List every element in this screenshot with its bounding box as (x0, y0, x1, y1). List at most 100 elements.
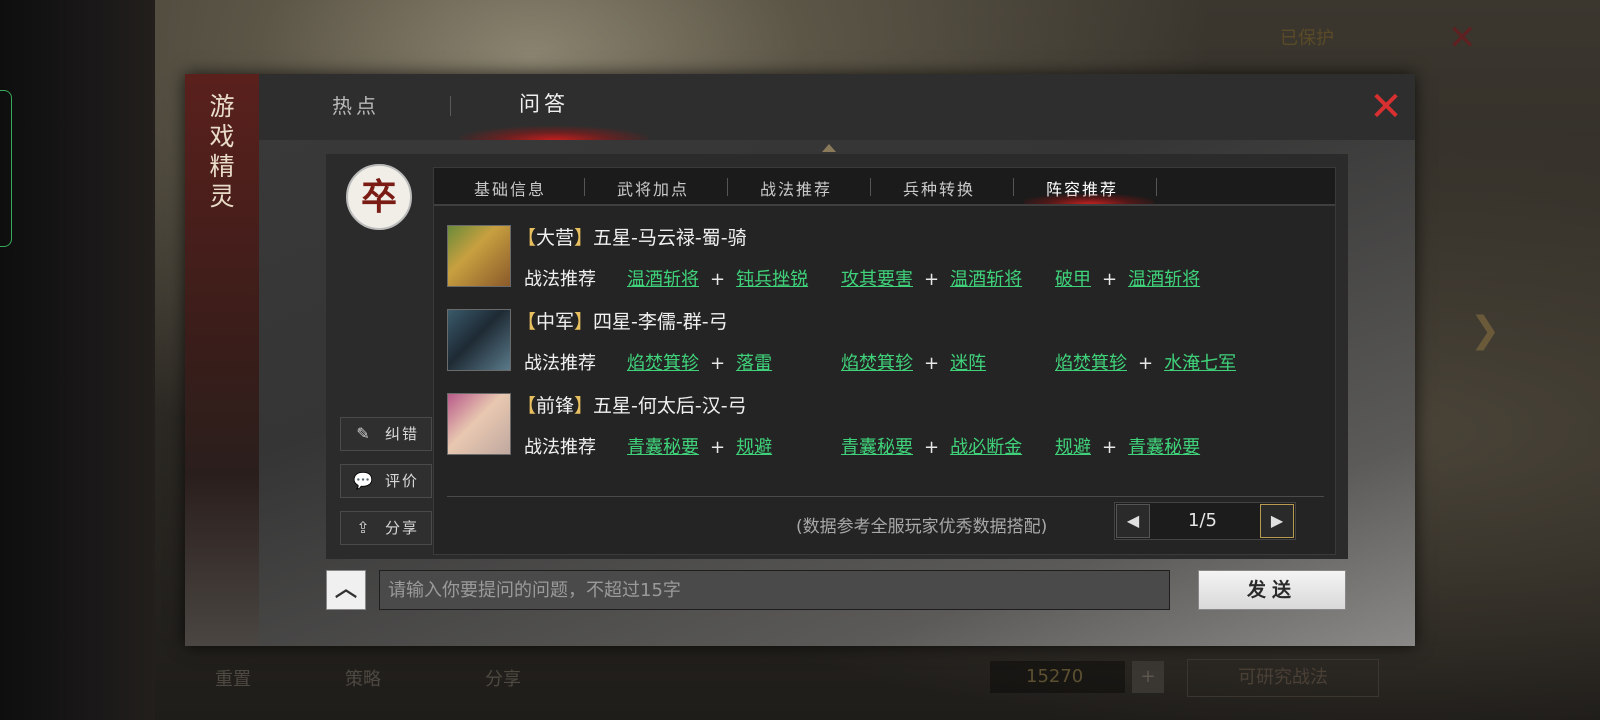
skill-link[interactable]: 钝兵挫锐 (736, 269, 808, 290)
background-left-strip (0, 0, 155, 720)
hero-portrait[interactable] (447, 309, 511, 371)
active-subtab-indicator (1024, 194, 1154, 204)
share-label: 分享 (385, 519, 420, 537)
hero-name: 四星-李儒-群-弓 (593, 311, 728, 333)
background-plus-button: + (1132, 661, 1164, 693)
skill-link[interactable]: 落雷 (736, 353, 772, 374)
subtab-hero-points[interactable]: 武将加点 (617, 176, 689, 200)
background-protect-status: 已保护 (1280, 28, 1334, 49)
background-learn-button: 可研究战法 (1187, 659, 1379, 697)
plus-sign: + (1102, 269, 1118, 290)
hero-position: 前锋 (536, 395, 575, 417)
skill-link[interactable]: 焰焚箕轸 (841, 353, 913, 374)
tab-hot[interactable]: 热点 (332, 90, 380, 119)
pager: ◀ 1/5 ▶ (1114, 502, 1296, 540)
hero-name: 五星-马云禄-蜀-骑 (593, 227, 747, 249)
plus-sign: + (1138, 353, 1154, 374)
subtab-separator (1013, 178, 1014, 196)
skill-combo: 规避 + 青囊秘要 (1055, 433, 1200, 459)
close-icon: ✕ (1369, 84, 1403, 130)
skill-combo: 攻其要害 + 温酒斩将 (841, 265, 1022, 291)
data-source-note: (数据参考全服玩家优秀数据搭配) (796, 517, 1048, 537)
hero-portrait[interactable] (447, 393, 511, 455)
background-close-icon: ✕ (1448, 18, 1477, 58)
skill-link[interactable]: 规避 (736, 437, 772, 458)
skill-link[interactable]: 攻其要害 (841, 269, 913, 290)
skill-link[interactable]: 青囊秘要 (841, 437, 913, 458)
hero-row: 【大营】五星-马云禄-蜀-骑 战法推荐 温酒斩将 + 钝兵挫锐 攻其要害 + 温酒斩将 … (447, 219, 1327, 303)
hero-row: 【中军】四星-李儒-群-弓 战法推荐 焰焚箕轸 + 落雷 焰焚箕轸 + 迷阵 焰焚箕轸 +… (447, 303, 1327, 387)
plus-sign: + (924, 269, 940, 290)
skill-link[interactable]: 战必断金 (950, 437, 1022, 458)
background-coin-count: 15270 (990, 661, 1125, 693)
triangle-left-icon: ◀ (1126, 511, 1140, 530)
skill-combo: 焰焚箕轸 + 落雷 (627, 349, 772, 375)
game-genie-dialog: 游 戏 精 灵 热点 问答 ✕ 卒 ✎ 纠错 💬 评价 ⇪ 分享 基础信息 武将… (185, 74, 1415, 646)
skill-combo: 破甲 + 温酒斩将 (1055, 265, 1200, 291)
share-button[interactable]: ⇪ 分享 (340, 511, 432, 545)
tab-qa[interactable]: 问答 (519, 88, 569, 118)
hero-position: 大营 (536, 227, 575, 249)
skill-link[interactable]: 水淹七军 (1164, 353, 1236, 374)
plus-sign: + (710, 353, 726, 374)
skill-recommend-label: 战法推荐 (524, 437, 596, 458)
page-indicator: 1/5 (1188, 510, 1217, 531)
background-share-button: 分享 (485, 669, 521, 690)
skill-recommend-label: 战法推荐 (524, 269, 596, 290)
close-button[interactable]: ✕ (1365, 86, 1407, 128)
expand-toggle-button[interactable]: ︿ (326, 570, 366, 610)
skill-link[interactable]: 温酒斩将 (627, 269, 699, 290)
background-bottom-bar: 重置 策略 分享 15270 + 可研究战法 (215, 659, 1395, 705)
side-band: 游 戏 精 灵 (185, 74, 259, 646)
skill-link[interactable]: 温酒斩将 (1128, 269, 1200, 290)
skill-link[interactable]: 破甲 (1055, 269, 1091, 290)
hero-portrait[interactable] (447, 225, 511, 287)
share-icon: ⇪ (356, 518, 370, 537)
hero-position: 中军 (536, 311, 575, 333)
hero-title: 【大营】五星-马云禄-蜀-骑 (517, 227, 747, 249)
subtab-separator (870, 178, 871, 196)
next-page-button[interactable]: ▶ (1260, 504, 1294, 538)
dialog-title-char: 精 (209, 152, 235, 181)
hero-title: 【中军】四星-李儒-群-弓 (517, 311, 728, 333)
subtab-separator (727, 178, 728, 196)
background-next-arrow-icon: ❯ (1470, 310, 1501, 351)
prev-page-button[interactable]: ◀ (1116, 504, 1150, 538)
comment-icon: 💬 (353, 471, 373, 490)
lineup-content: 基础信息 武将加点 战法推荐 兵种转换 阵容推荐 【大营】五星-马云禄-蜀-骑 … (433, 167, 1336, 555)
send-button[interactable]: 发送 (1198, 570, 1346, 610)
skill-link[interactable]: 青囊秘要 (627, 437, 699, 458)
subtab-troop-convert[interactable]: 兵种转换 (903, 176, 975, 200)
divider (447, 496, 1324, 497)
report-error-button[interactable]: ✎ 纠错 (340, 417, 432, 451)
plus-sign: + (710, 437, 726, 458)
subtab-skill-recommend[interactable]: 战法推荐 (760, 176, 832, 200)
skill-link[interactable]: 温酒斩将 (950, 269, 1022, 290)
question-input[interactable] (379, 570, 1170, 610)
triangle-right-icon: ▶ (1270, 511, 1284, 530)
skill-link[interactable]: 焰焚箕轸 (627, 353, 699, 374)
dialog-header: 热点 问答 (259, 74, 1415, 140)
hero-title: 【前锋】五星-何太后-汉-弓 (517, 395, 747, 417)
tab-separator (450, 96, 451, 116)
skill-combo: 焰焚箕轸 + 水淹七军 (1055, 349, 1236, 375)
skill-combo: 青囊秘要 + 规避 (627, 433, 772, 459)
skill-link[interactable]: 规避 (1055, 437, 1091, 458)
skill-combo: 青囊秘要 + 战必断金 (841, 433, 1022, 459)
subtab-basic-info[interactable]: 基础信息 (474, 176, 546, 200)
rate-button[interactable]: 💬 评价 (340, 464, 432, 498)
dialog-title-char: 灵 (209, 182, 235, 211)
skill-link[interactable]: 迷阵 (950, 353, 986, 374)
skill-link[interactable]: 青囊秘要 (1128, 437, 1200, 458)
genie-avatar: 卒 (346, 164, 412, 230)
hero-row: 【前锋】五星-何太后-汉-弓 战法推荐 青囊秘要 + 规避 青囊秘要 + 战必断金 规避… (447, 387, 1327, 471)
plus-sign: + (924, 437, 940, 458)
background-strategy-button: 策略 (345, 669, 381, 690)
background-reset-button: 重置 (215, 669, 251, 690)
skill-recommend-label: 战法推荐 (524, 353, 596, 374)
report-error-label: 纠错 (385, 425, 420, 443)
caret-up-icon (822, 144, 836, 152)
skill-link[interactable]: 焰焚箕轸 (1055, 353, 1127, 374)
skill-combo: 温酒斩将 + 钝兵挫锐 (627, 265, 808, 291)
skill-combo: 焰焚箕轸 + 迷阵 (841, 349, 986, 375)
